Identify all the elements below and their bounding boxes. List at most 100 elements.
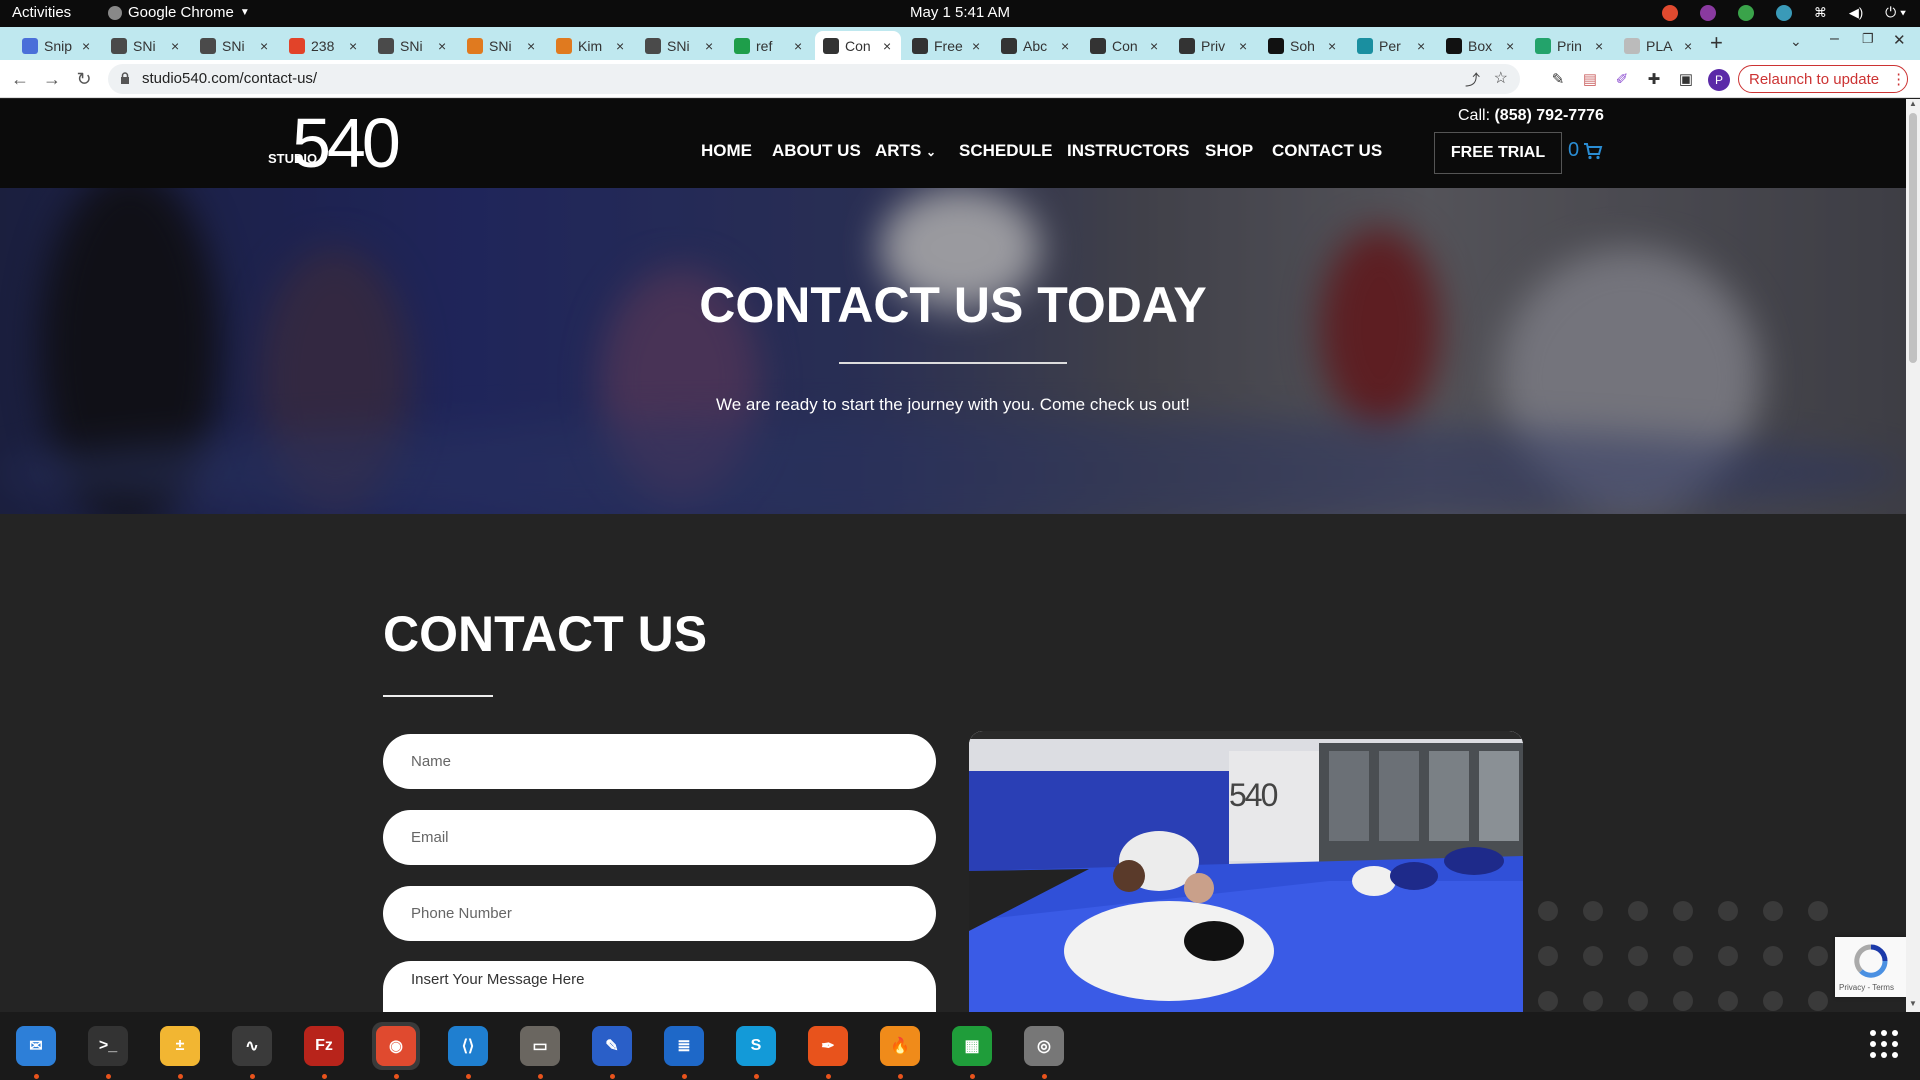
pen-extension-icon[interactable]: ✐ [1612, 69, 1632, 89]
tab-close-icon[interactable]: × [705, 38, 723, 54]
browser-tab[interactable]: Prin × [1527, 31, 1613, 60]
tab-close-icon[interactable]: × [1150, 38, 1168, 54]
browser-tab[interactable]: SNi × [370, 31, 456, 60]
dock-document-viewer-icon[interactable]: ≣ [660, 1022, 708, 1070]
cart-button[interactable]: 0 [1568, 139, 1603, 162]
browser-tab[interactable]: SNi × [459, 31, 545, 60]
calendar-extension-icon[interactable]: ▤ [1580, 69, 1600, 89]
browser-tab[interactable]: SNi × [637, 31, 723, 60]
browser-tab[interactable]: Box × [1438, 31, 1524, 60]
dock-app-flame-icon[interactable]: 🔥 [876, 1022, 924, 1070]
dock-chrome-icon[interactable]: ◉ [372, 1022, 420, 1070]
dock-filezilla-icon[interactable]: Fz [300, 1022, 348, 1070]
browser-tab[interactable]: Free × [904, 31, 990, 60]
dock-spreadsheet-icon[interactable]: ▦ [948, 1022, 996, 1070]
tab-close-icon[interactable]: × [1684, 38, 1702, 54]
share-icon[interactable]: ⤴ [1465, 69, 1480, 90]
browser-tab[interactable]: ref × [726, 31, 812, 60]
tab-close-icon[interactable]: × [1506, 38, 1524, 54]
clock[interactable]: May 1 5:41 AM [910, 4, 1010, 21]
dock-thunderbird-icon[interactable]: ✉ [12, 1022, 60, 1070]
reload-button[interactable]: ↻ [72, 67, 96, 91]
free-trial-button[interactable]: FREE TRIAL [1434, 132, 1562, 174]
nav-contact-us[interactable]: CONTACT US [1272, 141, 1382, 161]
dock-text-editor-icon[interactable]: ✎ [588, 1022, 636, 1070]
browser-tab[interactable]: Per × [1349, 31, 1435, 60]
tab-search-icon[interactable]: ⌄ [1790, 33, 1802, 50]
tab-close-icon[interactable]: × [1328, 38, 1346, 54]
browser-tab[interactable]: PLA × [1616, 31, 1702, 60]
scroll-up-arrow-icon[interactable]: ▲ [1909, 99, 1917, 108]
recaptcha-terms[interactable]: Privacy - Terms [1839, 983, 1894, 992]
nav-instructors[interactable]: INSTRUCTORS [1067, 141, 1189, 161]
browser-tab[interactable]: Con × [1082, 31, 1168, 60]
name-field[interactable] [383, 734, 936, 789]
browser-tab[interactable]: Abc × [993, 31, 1079, 60]
browser-tab[interactable]: 238 × [281, 31, 367, 60]
tab-close-icon[interactable]: × [883, 38, 901, 54]
nav-shop[interactable]: SHOP [1205, 141, 1253, 161]
browser-tab[interactable]: Priv × [1171, 31, 1257, 60]
tab-close-icon[interactable]: × [1595, 38, 1613, 54]
app-tray-icon[interactable] [1699, 4, 1716, 21]
network-icon[interactable]: ⌘ [1814, 5, 1827, 21]
chrome-tray-icon[interactable] [1661, 4, 1678, 21]
profile-avatar[interactable]: P [1708, 69, 1730, 91]
browser-tab[interactable]: Snip × [14, 31, 100, 60]
browser-tab[interactable]: Kim × [548, 31, 634, 60]
sync-tray-icon[interactable] [1775, 4, 1792, 21]
tab-close-icon[interactable]: × [972, 38, 990, 54]
check-tray-icon[interactable] [1737, 4, 1754, 21]
dock-files-icon[interactable]: ▭ [516, 1022, 564, 1070]
recaptcha-badge[interactable]: Privacy - Terms [1835, 937, 1906, 997]
browser-tab[interactable]: Con × [815, 31, 901, 60]
tab-close-icon[interactable]: × [438, 38, 456, 54]
dock-terminal-icon[interactable]: >_ [84, 1022, 132, 1070]
tab-close-icon[interactable]: × [527, 38, 545, 54]
message-field[interactable]: Insert Your Message Here [383, 961, 936, 1012]
dock-calculator-icon[interactable]: ± [156, 1022, 204, 1070]
tab-close-icon[interactable]: × [349, 38, 367, 54]
system-tray[interactable]: ⌘ ◀) ⏻ ▾ [1661, 4, 1906, 21]
browser-tab[interactable]: Soh × [1260, 31, 1346, 60]
relaunch-to-update-button[interactable]: Relaunch to update ⋮ [1738, 65, 1908, 93]
show-apps-grid-icon[interactable] [1868, 1028, 1900, 1065]
bookmark-star-icon[interactable]: ☆ [1494, 68, 1508, 88]
close-window-button[interactable]: ✕ [1893, 31, 1906, 49]
nav-arts[interactable]: ARTS ⌄ [875, 141, 936, 161]
email-field[interactable] [383, 810, 936, 865]
nav-about-us[interactable]: ABOUT US [772, 141, 861, 161]
dock-inkscape-icon[interactable]: ✒ [804, 1022, 852, 1070]
extensions-puzzle-icon[interactable]: ✚ [1644, 69, 1664, 89]
page-scrollbar[interactable]: ▲ ▼ [1906, 99, 1920, 1012]
tab-close-icon[interactable]: × [616, 38, 634, 54]
forward-button[interactable]: → [40, 67, 64, 91]
power-icon[interactable]: ⏻ ▾ [1885, 4, 1906, 21]
scroll-down-arrow-icon[interactable]: ▼ [1909, 999, 1917, 1008]
address-bar[interactable]: studio540.com/contact-us/ ⤴ ☆ [108, 64, 1520, 94]
tab-close-icon[interactable]: × [1417, 38, 1435, 54]
tab-close-icon[interactable]: × [260, 38, 278, 54]
tab-close-icon[interactable]: × [1061, 38, 1079, 54]
nav-home[interactable]: HOME [701, 141, 752, 161]
side-panel-icon[interactable]: ▣ [1676, 69, 1696, 89]
dock-system-monitor-icon[interactable]: ∿ [228, 1022, 276, 1070]
activities-button[interactable]: Activities [12, 4, 71, 21]
phone-number-field[interactable] [383, 886, 936, 941]
nav-schedule[interactable]: SCHEDULE [959, 141, 1053, 161]
restore-button[interactable]: ❐ [1862, 31, 1874, 47]
scrollbar-thumb[interactable] [1909, 113, 1917, 363]
new-tab-button[interactable]: + [1710, 30, 1723, 56]
browser-tab[interactable]: SNi × [103, 31, 189, 60]
more-menu-icon[interactable]: ⋮ [1891, 70, 1906, 88]
volume-icon[interactable]: ◀) [1849, 5, 1863, 21]
phone-number-link[interactable]: (858) 792-7776 [1494, 107, 1603, 124]
browser-tab[interactable]: SNi × [192, 31, 278, 60]
tab-close-icon[interactable]: × [171, 38, 189, 54]
eyedropper-extension-icon[interactable]: ✎ [1548, 69, 1568, 89]
tab-close-icon[interactable]: × [82, 38, 100, 54]
tab-close-icon[interactable]: × [794, 38, 812, 54]
dock-vscode-icon[interactable]: ⟨⟩ [444, 1022, 492, 1070]
minimize-button[interactable]: – [1830, 30, 1839, 48]
back-button[interactable]: ← [8, 67, 32, 91]
